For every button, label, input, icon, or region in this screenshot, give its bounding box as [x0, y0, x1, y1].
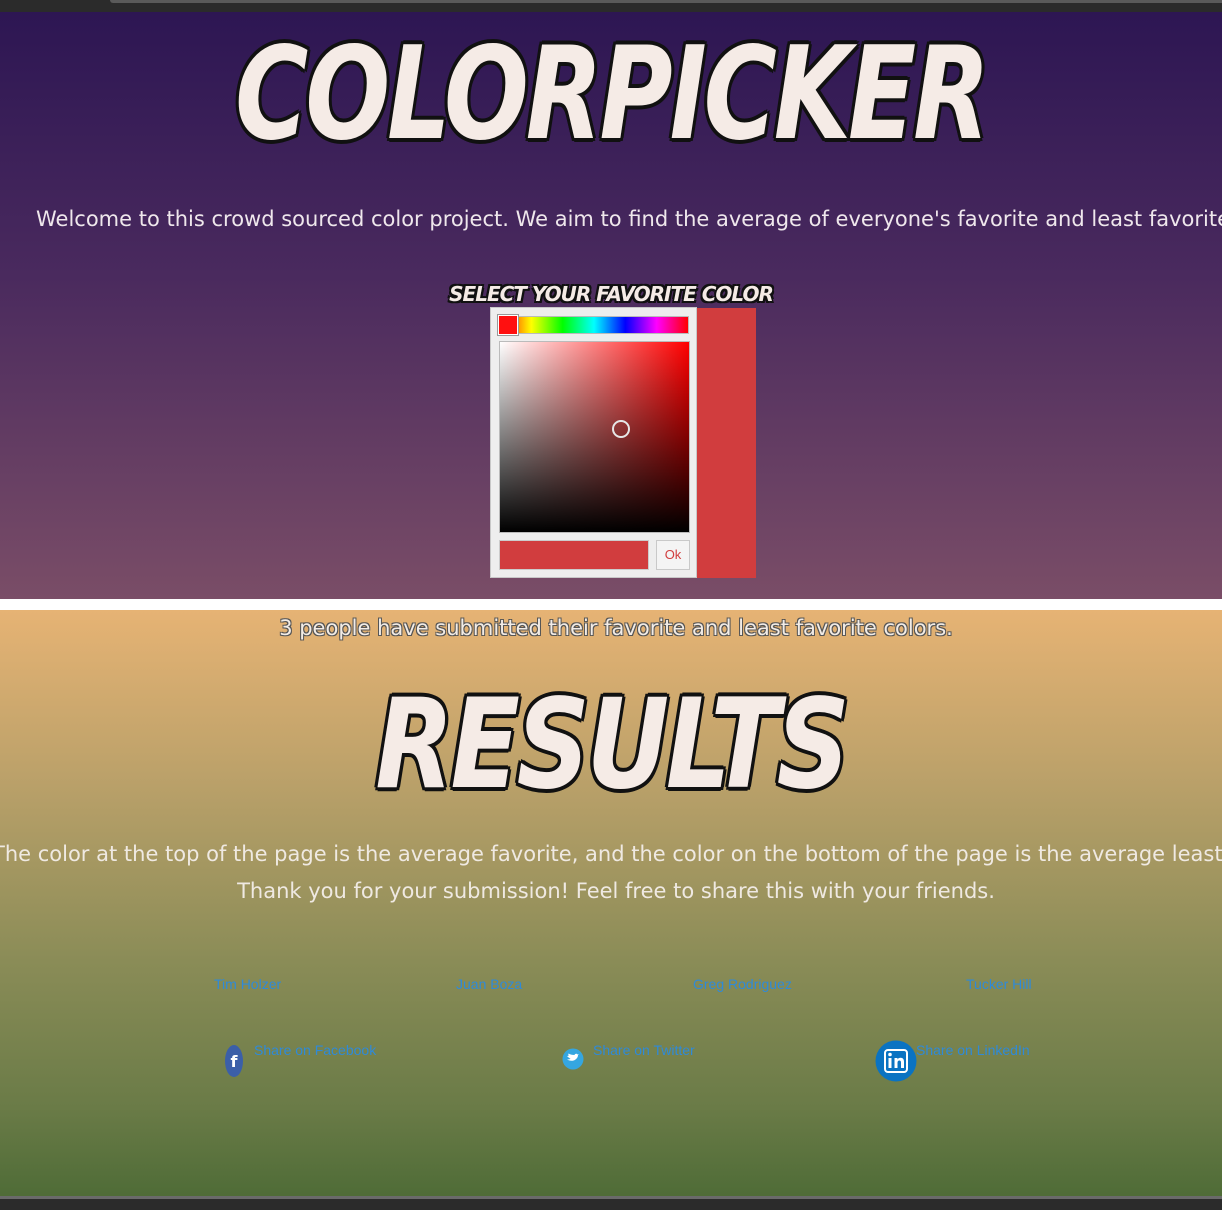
- hue-slider[interactable]: [498, 315, 689, 335]
- browser-frame-top: [0, 0, 1222, 12]
- frame-rule-bottom: [0, 1196, 1222, 1199]
- hue-slider-handle[interactable]: [498, 315, 518, 335]
- share-twitter-link[interactable]: Share on Twitter: [593, 1042, 695, 1058]
- twitter-icon[interactable]: [562, 1048, 584, 1070]
- results-title: RESULTS: [375, 673, 849, 817]
- color-value-field[interactable]: [499, 540, 649, 570]
- saturation-value-area[interactable]: [499, 341, 690, 533]
- linkedin-icon[interactable]: [875, 1040, 917, 1082]
- saturation-value-handle[interactable]: [612, 420, 630, 438]
- welcome-text: Welcome to this crowd sourced color proj…: [36, 207, 1222, 231]
- selected-color-swatch: [697, 308, 756, 578]
- picker-label: SELECT YOUR FAVORITE COLOR: [449, 282, 774, 306]
- author-link-greg-rodriguez[interactable]: Greg Rodriguez: [693, 976, 792, 992]
- results-section: 3 people have submitted their favorite a…: [0, 610, 1222, 1196]
- results-explanation: The color at the top of the page is the …: [0, 842, 1222, 866]
- author-link-juan-boza[interactable]: Juan Boza: [456, 976, 522, 992]
- svg-text:f: f: [231, 1052, 239, 1071]
- thanks-text: Thank you for your submission! Feel free…: [237, 879, 995, 903]
- facebook-icon[interactable]: f: [224, 1044, 244, 1078]
- ok-button[interactable]: Ok: [656, 540, 690, 570]
- page-title: COLORPICKER: [235, 20, 990, 169]
- favorite-color-section: COLORPICKER Welcome to this crowd source…: [0, 12, 1222, 599]
- section-divider: [0, 599, 1222, 610]
- frame-rule: [110, 0, 1222, 3]
- author-link-tim-holzer[interactable]: Tim Holzer: [214, 976, 281, 992]
- share-facebook-link[interactable]: Share on Facebook: [254, 1042, 376, 1058]
- color-picker[interactable]: Ok: [490, 307, 697, 578]
- browser-frame-bottom: [0, 1196, 1222, 1210]
- author-link-tucker-hill[interactable]: Tucker Hill: [966, 976, 1032, 992]
- share-linkedin-link[interactable]: Share on LinkedIn: [916, 1042, 1030, 1058]
- submission-count-text: 3 people have submitted their favorite a…: [279, 616, 953, 640]
